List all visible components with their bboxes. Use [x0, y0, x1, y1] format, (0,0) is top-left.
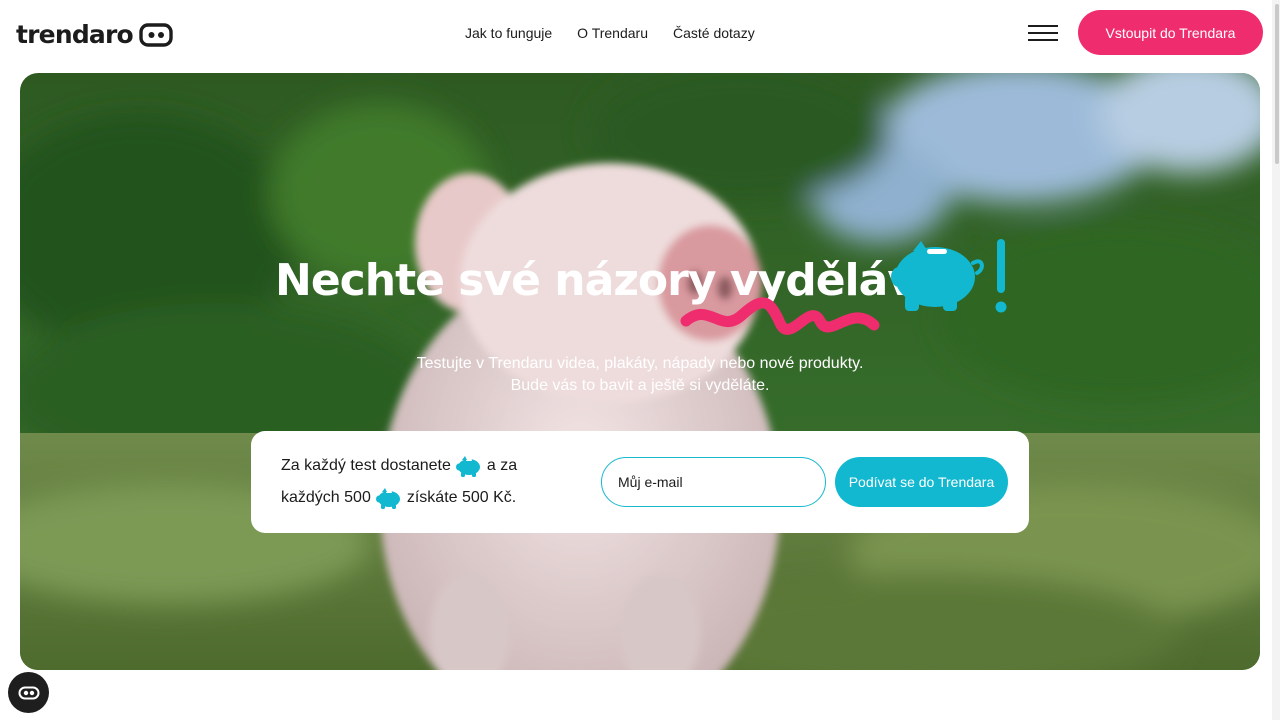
- scrollbar-thumb[interactable]: [1275, 4, 1279, 164]
- logo[interactable]: trendaro: [16, 20, 173, 50]
- logo-text: trendaro: [16, 20, 134, 49]
- look-into-trendaro-button[interactable]: Podívat se do Trendara: [835, 457, 1008, 507]
- hero-section: Nechte své názory vydělávat Testujte v T…: [20, 73, 1260, 670]
- reward-info-line-2: každých 500 získáte 500 Kč.: [281, 482, 556, 514]
- reward-text-4: získáte 500 Kč.: [406, 489, 517, 506]
- reward-text-1: Za každý test dostanete: [281, 457, 451, 474]
- cookie-settings-button[interactable]: [8, 672, 49, 713]
- hamburger-menu-icon[interactable]: [1028, 24, 1058, 42]
- hero-subtitle: Testujte v Trendaru videa, plakáty, nápa…: [20, 353, 1260, 397]
- reward-info-text: Za každý test dostanete a za každých 500: [281, 450, 556, 514]
- piggy-bank-icon: [455, 456, 480, 477]
- email-input[interactable]: [601, 457, 826, 507]
- main-nav: Jak to funguje O Trendaru Časté dotazy: [465, 24, 755, 42]
- signup-card: Za každý test dostanete a za každých 500: [251, 431, 1029, 533]
- reward-text-3: každých 500: [281, 489, 371, 506]
- piggy-bank-icon: [891, 241, 984, 311]
- nav-link-how-it-works[interactable]: Jak to funguje: [465, 24, 552, 42]
- hero-headline-group: Nechte své názory vydělávat: [275, 233, 1035, 343]
- enter-trendaro-button[interactable]: Vstoupit do Trendara: [1078, 10, 1263, 55]
- nav-link-about[interactable]: O Trendaru: [577, 24, 648, 42]
- highlight-scribble: [680, 297, 880, 335]
- nav-link-faq[interactable]: Časté dotazy: [673, 24, 755, 42]
- site-header: trendaro Jak to funguje O Trendaru Časté…: [0, 0, 1280, 66]
- hero-subtitle-line-2: Bude vás to bavit a ještě si vyděláte.: [510, 377, 770, 394]
- hero-subtitle-line-1: Testujte v Trendaru videa, plakáty, nápa…: [416, 355, 864, 372]
- exclamation-mark: [995, 239, 1007, 313]
- reward-text-2: a za: [486, 457, 518, 474]
- cookie-settings-icon: [18, 686, 39, 699]
- reward-info-line-1: Za každý test dostanete a za: [281, 450, 556, 482]
- piggy-bank-icon: [375, 488, 400, 509]
- logo-eyes-icon: [139, 23, 173, 47]
- page-scrollbar[interactable]: [1272, 0, 1280, 720]
